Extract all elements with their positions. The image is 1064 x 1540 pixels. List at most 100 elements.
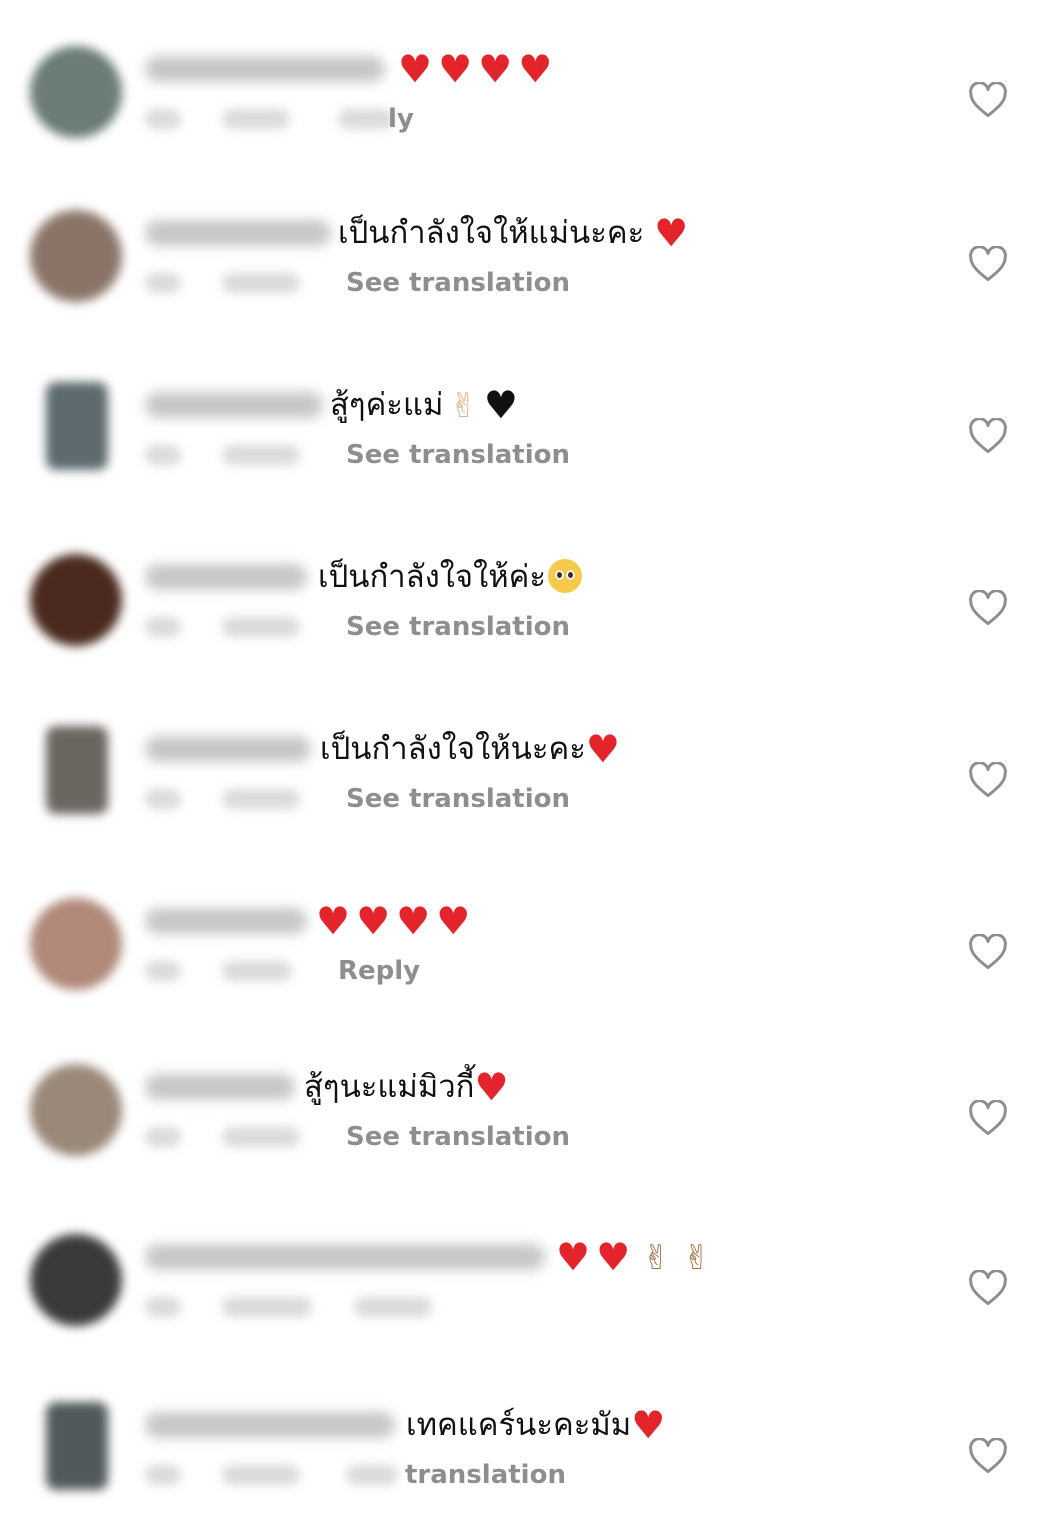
comment-body: เทคแคร์นะคะมัม: [406, 1407, 632, 1443]
blurred-meta: [222, 1127, 300, 1147]
blurred-username[interactable]: [145, 1244, 545, 1270]
reply-button[interactable]: ly: [388, 102, 414, 136]
red-heart-icon: ♥: [556, 1235, 591, 1279]
red-heart-icon: ♥: [474, 1065, 509, 1109]
victory-hand-icon: ✌: [682, 1238, 712, 1278]
blurred-meta: [145, 1465, 181, 1485]
blurred-username[interactable]: [145, 56, 385, 82]
comment-body: เป็นกำลังใจให้ค่ะ: [318, 559, 547, 595]
blurred-username[interactable]: [145, 908, 307, 934]
blurred-username[interactable]: [145, 564, 307, 590]
comment-text: เทคแคร์นะคะมัม♥: [406, 1402, 671, 1448]
blurred-username[interactable]: [145, 736, 311, 762]
blurred-meta: [222, 109, 290, 129]
like-button[interactable]: [968, 934, 1008, 970]
victory-hand-icon: ✌: [449, 386, 478, 426]
heart-outline-icon: [969, 246, 1007, 282]
blurred-meta: [222, 273, 300, 293]
avatar[interactable]: [30, 1234, 122, 1326]
reply-button[interactable]: Reply: [338, 954, 420, 988]
comment-text: เป็นกำลังใจให้นะคะ♥: [320, 726, 626, 772]
blurred-meta: [145, 1297, 181, 1317]
like-button[interactable]: [968, 1100, 1008, 1136]
avatar[interactable]: [30, 1064, 122, 1156]
red-heart-icon: ♥: [436, 899, 471, 943]
blurred-meta: [145, 445, 181, 465]
blurred-meta: [145, 961, 181, 981]
see-translation-link[interactable]: See translation: [346, 610, 570, 644]
comment-item: ♥ ♥ ✌ ✌: [0, 1234, 1064, 1354]
comment-item: เป็นกำลังใจให้ค่ะ See translation: [0, 554, 1064, 674]
blurred-meta: [354, 1297, 432, 1317]
blurred-meta: [145, 109, 181, 129]
heart-outline-icon: [969, 590, 1007, 626]
comment-body: เป็นกำลังใจให้นะคะ: [320, 731, 586, 767]
red-heart-icon: ♥: [316, 899, 351, 943]
blurred-username[interactable]: [145, 1074, 295, 1100]
victory-hand-icon: ✌: [642, 1238, 671, 1278]
blurred-meta: [222, 617, 300, 637]
avatar[interactable]: [30, 554, 122, 646]
avatar[interactable]: [46, 726, 108, 814]
avatar[interactable]: [46, 382, 108, 470]
blurred-meta: [222, 961, 292, 981]
blurred-meta: [145, 617, 181, 637]
like-button[interactable]: [968, 246, 1008, 282]
red-heart-icon: ♥: [585, 727, 620, 771]
avatar[interactable]: [30, 210, 122, 302]
comment-text: ♥ ♥ ✌ ✌: [556, 1234, 717, 1281]
blurred-username[interactable]: [145, 392, 323, 418]
see-translation-link[interactable]: See translation: [346, 266, 570, 300]
like-button[interactable]: [968, 590, 1008, 626]
like-button[interactable]: [968, 1270, 1008, 1306]
blurred-username[interactable]: [145, 220, 331, 246]
blurred-meta: [222, 1297, 312, 1317]
see-translation-link[interactable]: See translation: [346, 438, 570, 472]
heart-outline-icon: [969, 1270, 1007, 1306]
see-translation-link[interactable]: See translation: [346, 1120, 570, 1154]
pleading-face-icon: [548, 559, 583, 593]
comment-item: สู้ๆนะแม่มิวกี้♥ See translation: [0, 1064, 1064, 1184]
blurred-meta: [145, 1127, 181, 1147]
blurred-meta: [222, 445, 300, 465]
comment-item: สู้ๆค่ะแม่ ✌ ♥ See translation: [0, 382, 1064, 502]
red-heart-icon: ♥: [631, 1403, 666, 1447]
heart-outline-icon: [969, 418, 1007, 454]
red-heart-icon: ♥: [438, 47, 473, 91]
blurred-meta: [222, 789, 300, 809]
blurred-meta: [222, 1465, 300, 1485]
see-translation-link[interactable]: See translation: [346, 782, 570, 816]
comment-body: สู้ๆค่ะแม่: [330, 387, 444, 423]
red-heart-icon: ♥: [654, 211, 689, 255]
heart-outline-icon: [969, 934, 1007, 970]
avatar[interactable]: [30, 898, 122, 990]
comment-body: สู้ๆนะแม่มิวกี้: [304, 1069, 475, 1105]
see-translation-link[interactable]: translation: [405, 1458, 566, 1492]
comment-item: เป็นกำลังใจให้นะคะ♥ See translation: [0, 726, 1064, 846]
red-heart-icon: ♥: [398, 47, 433, 91]
comment-text: เป็นกำลังใจให้ค่ะ: [318, 554, 583, 600]
avatar[interactable]: [46, 1402, 108, 1490]
blurred-meta: [145, 789, 181, 809]
avatar[interactable]: [30, 46, 122, 138]
comment-text: เป็นกำลังใจให้แม่นะคะ ♥: [338, 210, 694, 256]
heart-outline-icon: [969, 1438, 1007, 1474]
blurred-username[interactable]: [145, 1412, 395, 1438]
like-button[interactable]: [968, 82, 1008, 118]
red-heart-icon: ♥: [596, 1235, 631, 1279]
red-heart-icon: ♥: [518, 47, 553, 91]
comment-text: ♥ ♥ ♥ ♥: [398, 46, 558, 92]
comment-item: ♥ ♥ ♥ ♥ ly: [0, 46, 1064, 166]
heart-outline-icon: [969, 1100, 1007, 1136]
comment-body: เป็นกำลังใจให้แม่นะคะ: [338, 215, 645, 251]
like-button[interactable]: [968, 1438, 1008, 1474]
like-button[interactable]: [968, 418, 1008, 454]
comment-text: สู้ๆนะแม่มิวกี้♥: [304, 1064, 515, 1110]
comment-text: ♥ ♥ ♥ ♥: [316, 898, 476, 944]
red-heart-icon: ♥: [356, 899, 391, 943]
like-button[interactable]: [968, 762, 1008, 798]
black-heart-icon: ♥: [483, 383, 518, 427]
blurred-meta: [145, 273, 181, 293]
red-heart-icon: ♥: [478, 47, 513, 91]
comment-item: ♥ ♥ ♥ ♥ Reply: [0, 898, 1064, 1018]
